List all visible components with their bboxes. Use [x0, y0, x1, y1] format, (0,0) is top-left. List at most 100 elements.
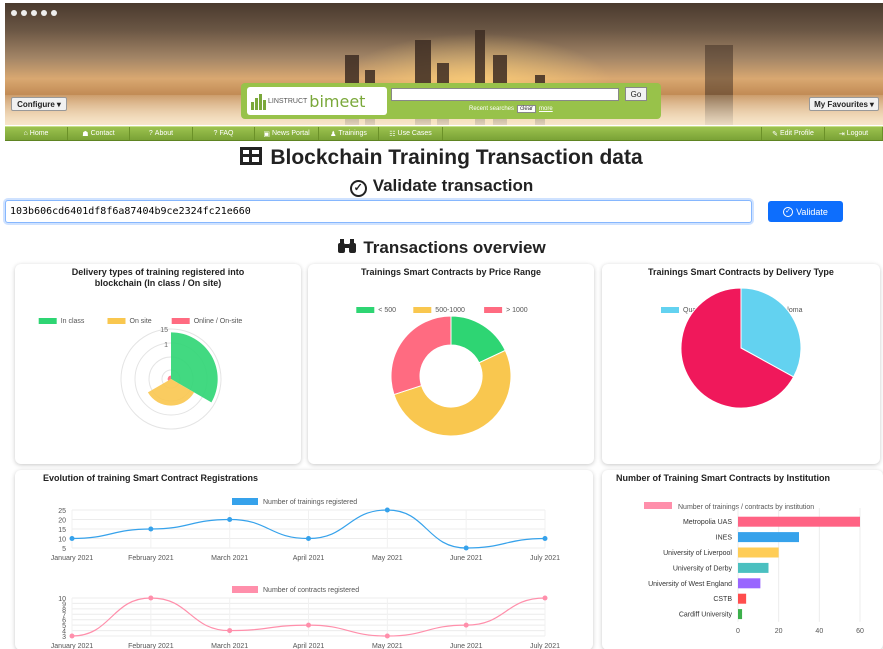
nav-label: Use Cases — [397, 130, 432, 137]
x-tick-label: March 2021 — [211, 555, 248, 562]
nav-trainings[interactable]: ♟ Trainings — [319, 127, 379, 140]
nav-label: Logout — [846, 130, 869, 137]
data-point — [306, 622, 311, 628]
delivery-types-chart: In class On site Online / On-site 15 1 — [38, 318, 243, 430]
registrations-chart: Number of trainings registered 25 20 15 10 5 J… — [51, 498, 560, 649]
x-tick-label: 60 — [856, 628, 864, 635]
header-banner: Configure ▾ My Favourites ▾ LINSTRUCT bi… — [5, 3, 883, 125]
institutions-chart: Number of trainings / contracts by insti… — [644, 502, 864, 635]
nav-label: FAQ — [219, 130, 234, 137]
delivery-type-chart: QualificationDiploma — [661, 287, 803, 409]
bar — [738, 547, 779, 558]
nav-label: Contact — [90, 130, 115, 137]
legend-swatch — [38, 318, 57, 324]
legend-swatch — [232, 498, 258, 505]
legend-swatch — [644, 502, 672, 509]
x-tick-label: 0 — [736, 628, 740, 635]
search-input[interactable] — [391, 88, 619, 101]
bar — [738, 532, 799, 543]
validate-title: ✓ Validate transaction — [0, 176, 883, 197]
check-circle-icon: ✓ — [783, 206, 794, 217]
price-range-card: Trainings Smart Contracts by Price Range… — [308, 264, 594, 464]
go-button[interactable]: Go — [625, 87, 647, 101]
y-tick-label: 10 — [58, 537, 66, 544]
validate-button-label: Validate — [796, 206, 828, 217]
favourites-label: My Favourites — [814, 99, 868, 109]
x-tick-label: May 2021 — [372, 643, 403, 649]
x-tick-label: April 2021 — [293, 555, 325, 562]
legend-label: > 1000 — [506, 307, 528, 314]
y-tick-label: University of West England — [648, 581, 732, 588]
legend-label: Number of trainings registered — [263, 499, 357, 506]
nav-home[interactable]: ⌂ Home — [5, 127, 68, 140]
transaction-hash-input[interactable] — [5, 200, 752, 223]
page-title: Blockchain Training Transaction data — [0, 146, 883, 170]
search-panel: LINSTRUCT bimeet Go Recent searches clea… — [241, 83, 661, 119]
legend-label: Number of contracts registered — [263, 587, 359, 594]
x-tick-label: January 2021 — [51, 643, 94, 649]
nav-logout[interactable]: ⇥ Logout — [825, 127, 883, 140]
logo-prefix: LINSTRUCT — [268, 97, 308, 105]
y-tick-label: 3 — [62, 634, 66, 641]
data-point — [384, 633, 390, 639]
registrations-card: Evolution of training Smart Contract Reg… — [15, 470, 593, 649]
logo-brand: bimeet — [309, 91, 366, 111]
nav-contact[interactable]: ☗ Contact — [68, 127, 130, 140]
y-tick-label: CSTB — [713, 596, 732, 603]
y-tick-label: University of Derby — [673, 565, 733, 572]
nav-label: News Portal — [271, 130, 310, 137]
nav-faq[interactable]: ? FAQ — [193, 127, 255, 140]
data-point — [69, 633, 75, 639]
x-tick-label: 40 — [815, 628, 823, 635]
favourites-button[interactable]: My Favourites ▾ — [809, 97, 879, 111]
y-tick-label: INES — [716, 535, 733, 542]
delivery-types-card: Delivery types of training registered in… — [15, 264, 301, 464]
validate-button[interactable]: ✓ Validate — [768, 201, 843, 222]
legend-label: Number of trainings / contracts by insti… — [678, 504, 814, 511]
nav-use-cases[interactable]: ☷ Use Cases — [379, 127, 443, 140]
nav-edit-profile[interactable]: ✎ Edit Profile — [761, 127, 825, 140]
legend-label: 500-1000 — [435, 307, 465, 314]
price-range-chart: < 500 500-1000 > 1000 — [356, 307, 528, 437]
users-icon: ☷ — [389, 130, 396, 138]
configure-label: Configure — [17, 99, 55, 109]
nav-about[interactable]: ? About — [130, 127, 193, 140]
more-link[interactable]: more — [539, 106, 553, 112]
y-tick-label: 5 — [62, 546, 66, 553]
data-point — [542, 595, 548, 601]
x-tick-label: May 2021 — [372, 555, 403, 562]
tick-label: 1 — [164, 342, 168, 349]
nav-label: Home — [29, 130, 49, 137]
recent-searches-label: Recent searches — [469, 106, 515, 112]
delivery-type-card: Trainings Smart Contracts by Delivery Ty… — [602, 264, 880, 464]
legend-label: Online / On-site — [194, 318, 243, 325]
overview-title: Transactions overview — [0, 238, 883, 258]
data-point — [384, 507, 390, 513]
legend-swatch — [107, 318, 126, 324]
data-point — [542, 536, 548, 541]
legend-swatch — [232, 586, 258, 593]
legend-label: < 500 — [378, 307, 396, 314]
home-icon: ⌂ — [23, 130, 28, 137]
data-point — [148, 595, 154, 601]
newspaper-icon: ▣ — [263, 130, 270, 138]
data-point — [306, 536, 311, 541]
x-tick-label: June 2021 — [450, 643, 483, 649]
bar — [738, 609, 743, 620]
x-tick-label: February 2021 — [128, 643, 174, 649]
y-tick-label: University of Liverpool — [663, 550, 732, 557]
bar — [738, 562, 769, 573]
y-tick-label: Cardiff University — [679, 612, 733, 619]
configure-button[interactable]: Configure ▾ — [11, 97, 67, 111]
logo-bars-icon — [251, 92, 266, 110]
caret-down-icon: ▾ — [56, 99, 61, 109]
x-tick-label: June 2021 — [450, 555, 483, 562]
x-tick-label: March 2021 — [211, 643, 248, 649]
nav-news-portal[interactable]: ▣ News Portal — [255, 127, 319, 140]
legend-swatch — [661, 307, 679, 313]
legend-label: In class — [61, 318, 85, 325]
site-logo[interactable]: LINSTRUCT bimeet — [247, 87, 387, 115]
question-circle-icon: ? — [213, 130, 218, 137]
logout-icon: ⇥ — [838, 130, 845, 138]
clear-button[interactable]: clear — [517, 105, 537, 113]
